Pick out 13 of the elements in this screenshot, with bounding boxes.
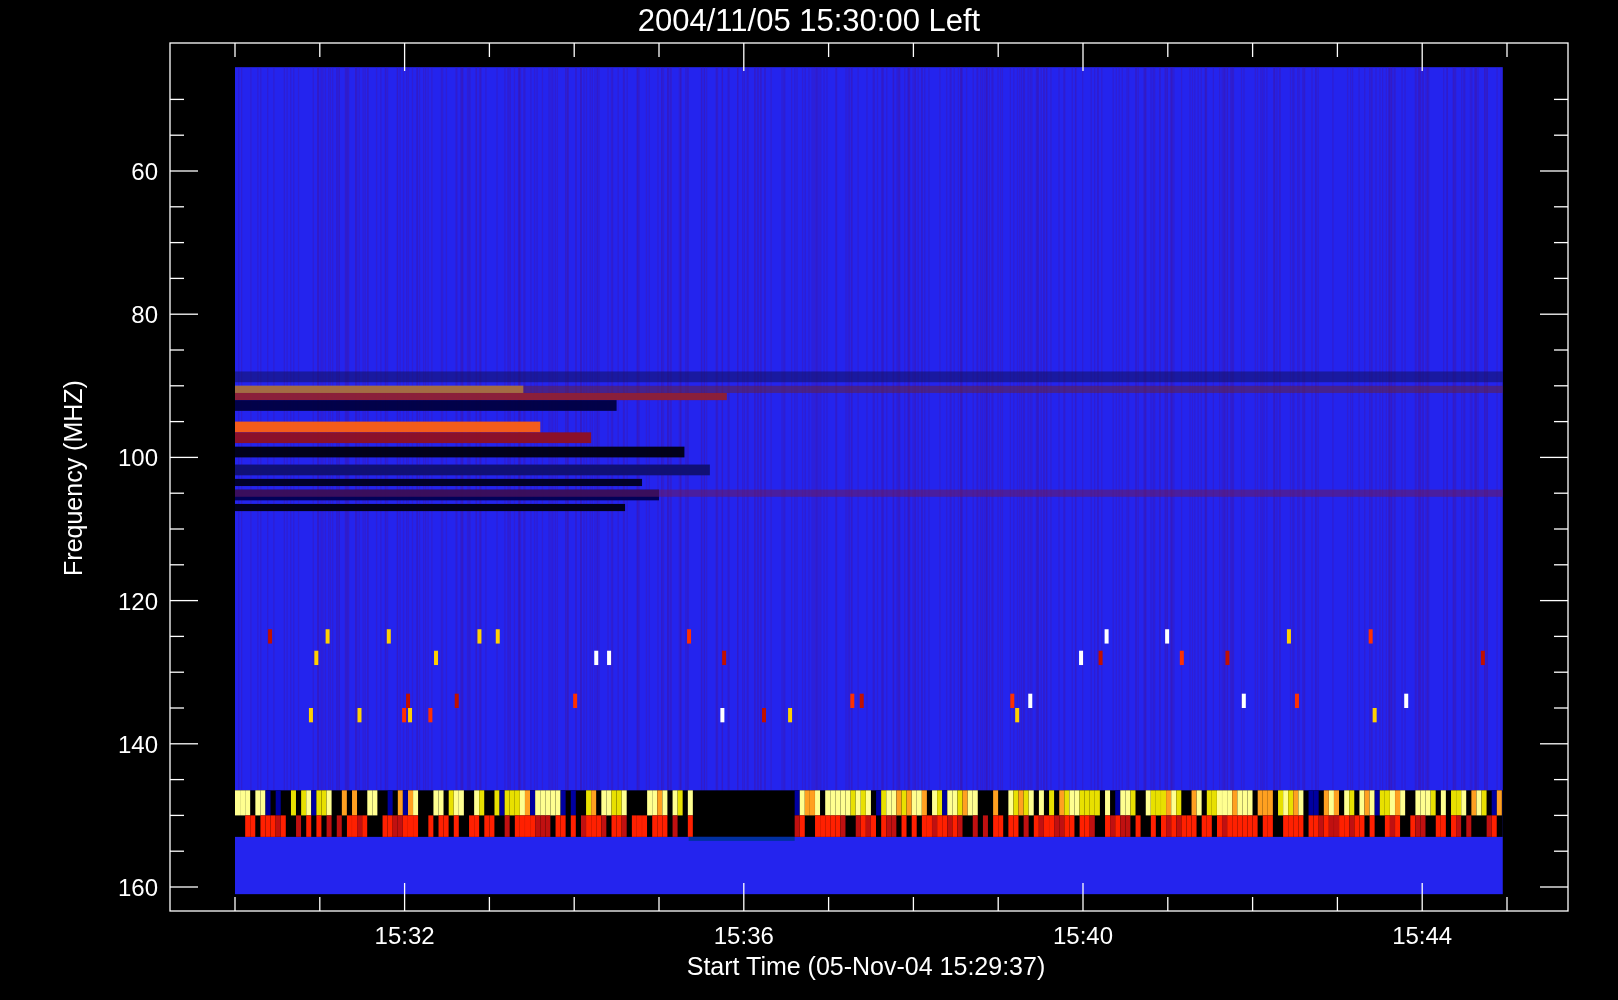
tick-label: 15:32 <box>374 922 435 949</box>
axis-label: Start Time (05-Nov-04 15:29:37) <box>686 952 1046 980</box>
tick-label: 60 <box>131 158 158 185</box>
tick-label: 120 <box>117 587 158 615</box>
axis-label: Frequency (MHZ) <box>59 380 87 576</box>
tick-label: 140 <box>117 730 158 758</box>
tick-label: 15:44 <box>1392 922 1453 949</box>
tick-label: 15:36 <box>713 922 774 949</box>
chart-title: 2004/11/05 15:30:00 Left <box>637 3 981 38</box>
tick-label: 80 <box>131 301 158 329</box>
tick-label: 100 <box>117 444 158 472</box>
tick-label: 15:40 <box>1052 922 1114 949</box>
tick-label: 160 <box>117 874 158 901</box>
